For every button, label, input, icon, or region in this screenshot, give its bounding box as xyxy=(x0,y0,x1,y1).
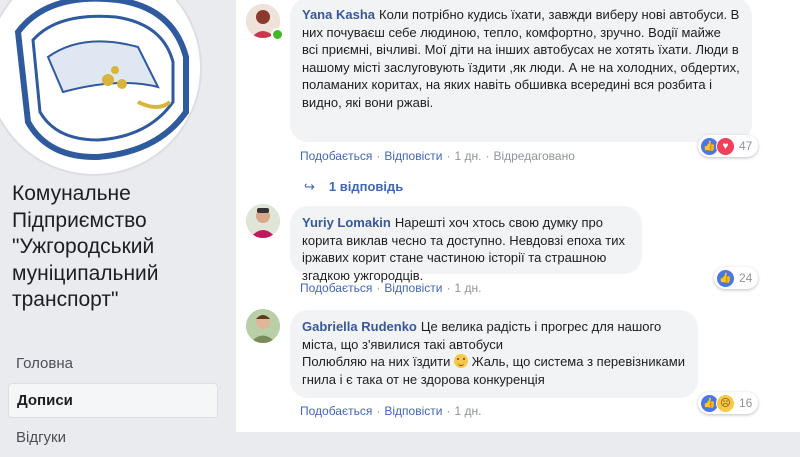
nav-item-home[interactable]: Головна xyxy=(8,347,218,380)
separator: · xyxy=(446,281,451,295)
replies-count-label: 1 відповідь xyxy=(328,179,404,194)
reaction-count: 24 xyxy=(739,271,753,285)
like-link[interactable]: Подобається xyxy=(300,404,372,418)
comment-time[interactable]: 1 дн. xyxy=(454,149,481,163)
comment-actions: Подобається · Відповісти · 1 дн. xyxy=(300,404,481,418)
comment-author[interactable]: Yuriy Lomakin xyxy=(302,215,391,230)
comment-time[interactable]: 1 дн. xyxy=(454,281,481,295)
reply-arrow-icon: ↪ xyxy=(304,179,315,194)
separator: · xyxy=(376,149,381,163)
online-status-icon xyxy=(271,28,284,41)
separator: · xyxy=(376,404,381,418)
reaction-summary[interactable]: 👍 ♥ 47 xyxy=(698,135,759,157)
comment-item: Yana Kasha Коли потрібно кудись їхати, за… xyxy=(236,0,800,200)
comment-actions: Подобається · Відповісти · 1 дн. · Відредагова… xyxy=(300,149,575,163)
separator: · xyxy=(485,149,490,163)
nav-item-posts[interactable]: Дописи xyxy=(8,383,218,418)
comment-text: Коли потрібно кудись їхати, завжди вибер… xyxy=(302,7,740,110)
comment-item: Gabriella Rudenko Це велика радість і про… xyxy=(236,305,800,432)
comment-bubble: Yuriy Lomakin Нарешті хоч хтось свою думк… xyxy=(290,206,642,283)
page-logo[interactable] xyxy=(0,0,202,176)
comment-bubble: Yana Kasha Коли потрібно кудись їхати, за… xyxy=(290,0,752,142)
avatar[interactable] xyxy=(246,204,280,238)
love-icon: ♥ xyxy=(716,136,735,156)
view-replies-link[interactable]: ↪ 1 відповідь xyxy=(304,179,403,195)
separator: · xyxy=(446,404,451,418)
page-nav: Головна Дописи Відгуки xyxy=(8,347,218,457)
comment-bubble: Gabriella Rudenko Це велика радість і про… xyxy=(290,310,698,398)
page-title[interactable]: Комунальне Підприємство "Ужгородський му… xyxy=(12,181,222,314)
reply-link[interactable]: Відповісти xyxy=(384,281,442,295)
separator: · xyxy=(446,149,451,163)
reaction-summary[interactable]: 👍 24 xyxy=(714,267,759,289)
bus-logo-icon xyxy=(0,0,190,164)
smiling-face-icon xyxy=(454,354,469,368)
page-sidebar: Комунальне Підприємство "Ужгородський му… xyxy=(0,0,236,446)
comment-author[interactable]: Yana Kasha xyxy=(302,7,375,22)
comment-time[interactable]: 1 дн. xyxy=(454,404,481,418)
like-link[interactable]: Подобається xyxy=(300,281,372,295)
comment-actions: Подобається · Відповісти · 1 дн. xyxy=(300,281,481,295)
reaction-summary[interactable]: 👍 ☹ 16 xyxy=(698,392,759,414)
reply-link[interactable]: Відповісти xyxy=(384,404,442,418)
user-avatar-icon xyxy=(246,204,280,238)
sad-icon: ☹ xyxy=(716,393,735,413)
comment-author[interactable]: Gabriella Rudenko xyxy=(302,319,417,334)
avatar[interactable] xyxy=(246,309,280,343)
separator: · xyxy=(376,281,381,295)
reply-link[interactable]: Відповісти xyxy=(384,149,442,163)
user-avatar-icon xyxy=(246,309,280,343)
reaction-count: 16 xyxy=(739,396,753,410)
edited-label: Відредаговано xyxy=(493,149,575,163)
comments-section: Yana Kasha Коли потрібно кудись їхати, за… xyxy=(236,0,800,432)
like-icon: 👍 xyxy=(716,268,735,288)
like-link[interactable]: Подобається xyxy=(300,149,372,163)
comment-text-line2a: Полюбляю на них їздити xyxy=(302,354,451,369)
reaction-count: 47 xyxy=(739,139,753,153)
nav-item-reviews[interactable]: Відгуки xyxy=(8,421,218,454)
comment-item: Yuriy Lomakin Нарешті хоч хтось свою думк… xyxy=(236,200,800,300)
